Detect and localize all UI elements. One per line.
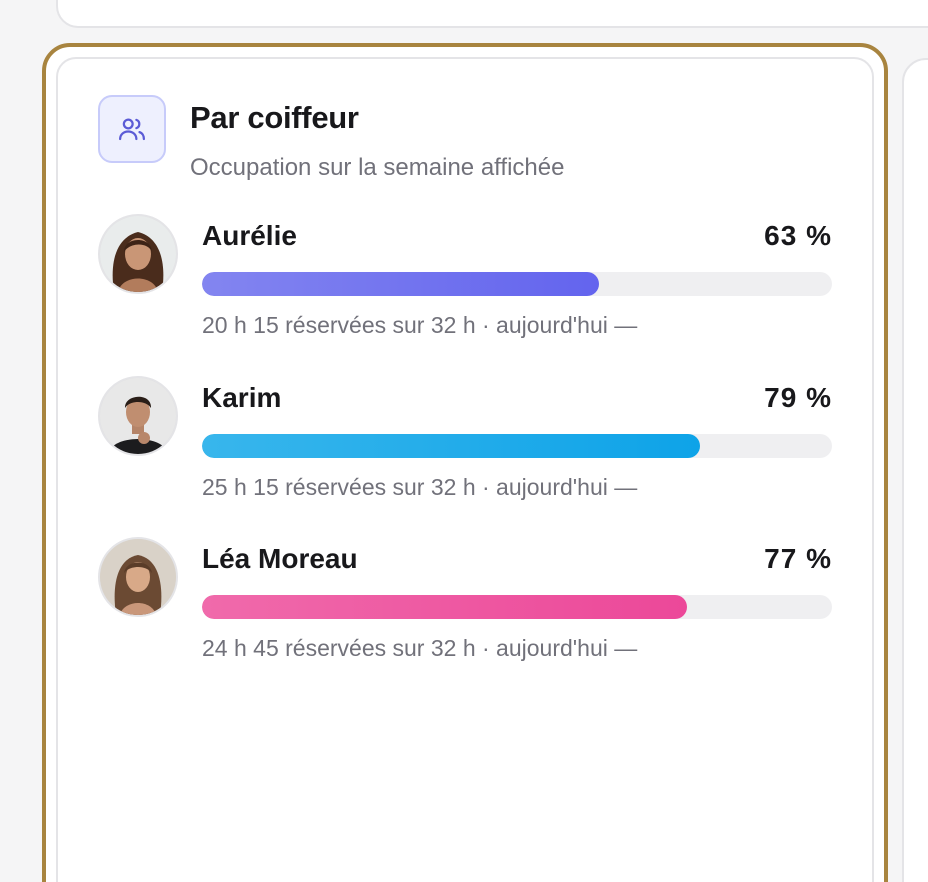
occupancy-bar-fill — [202, 272, 599, 296]
booking-detail: 24 h 45 réservées sur 32 h · aujourd'hui… — [202, 635, 638, 661]
stylist-name: Léa Moreau — [202, 543, 358, 574]
previous-card — [56, 0, 928, 28]
card-subtitle: Occupation sur la semaine affichée — [190, 154, 565, 181]
occupancy-percent: 63 % — [764, 220, 832, 251]
avatar — [98, 376, 178, 456]
card-title: Par coiffeur — [190, 100, 359, 135]
stylist-name: Karim — [202, 382, 282, 413]
occupancy-bar — [202, 434, 832, 458]
stylist-name: Aurélie — [202, 220, 297, 251]
stylist-row[interactable]: Aurélie 63 % 20 h 15 réservées sur 32 h … — [98, 214, 838, 344]
users-icon — [98, 95, 166, 163]
occupancy-bar-fill — [202, 595, 688, 619]
avatar — [98, 214, 178, 294]
booking-detail: 20 h 15 réservées sur 32 h · aujourd'hui… — [202, 312, 638, 338]
occupancy-percent: 79 % — [764, 382, 832, 413]
stylist-row[interactable]: Karim 79 % 25 h 15 réservées sur 32 h · … — [98, 376, 838, 506]
occupancy-bar-fill — [202, 434, 700, 458]
booking-detail: 25 h 15 réservées sur 32 h · aujourd'hui… — [202, 474, 638, 500]
avatar — [98, 537, 178, 617]
stylist-row[interactable]: Léa Moreau 77 % 24 h 45 réservées sur 32… — [98, 537, 838, 667]
adjacent-card — [902, 58, 928, 882]
dashboard-stage: Par coiffeur Occupation sur la semaine a… — [0, 0, 928, 882]
occupancy-bar — [202, 595, 832, 619]
occupancy-percent: 77 % — [764, 543, 832, 574]
occupancy-bar — [202, 272, 832, 296]
